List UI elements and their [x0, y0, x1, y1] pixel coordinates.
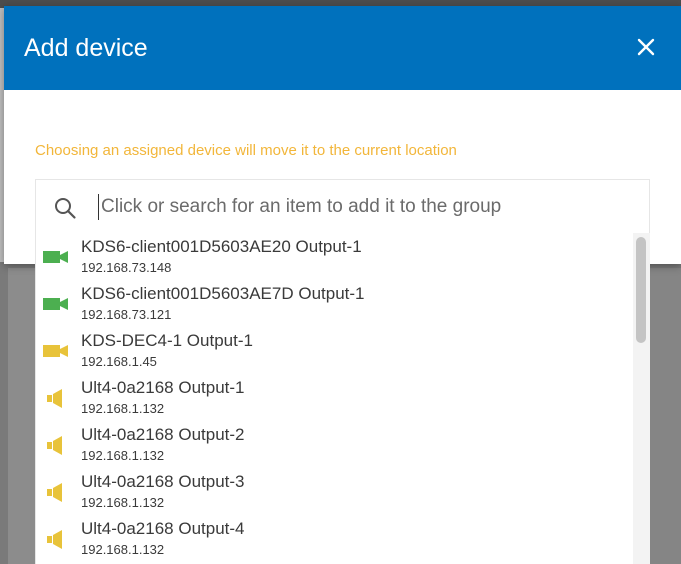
- scrollbar-thumb[interactable]: [636, 237, 646, 343]
- device-dropdown-list[interactable]: KDS6-client001D5603AE20 Output-1 192.168.…: [35, 233, 650, 564]
- device-ip: 192.168.1.132: [81, 542, 165, 557]
- device-ip: 192.168.1.132: [81, 401, 165, 416]
- device-ip: 192.168.1.45: [81, 354, 157, 369]
- speaker-icon: [42, 481, 70, 503]
- device-search: [35, 179, 650, 233]
- close-button[interactable]: [633, 34, 659, 60]
- device-list-item[interactable]: Ult4-0a2168 Output-1 192.168.1.132: [36, 374, 634, 421]
- search-input[interactable]: [98, 194, 631, 220]
- dialog-title: Add device: [24, 34, 148, 62]
- speaker-icon: [42, 434, 70, 456]
- device-name: KDS-DEC4-1 Output-1: [81, 331, 253, 350]
- device-name: Ult4-0a2168 Output-4: [81, 519, 245, 538]
- device-name: Ult4-0a2168 Output-2: [81, 425, 245, 444]
- video-camera-icon: [42, 293, 70, 315]
- device-list-item[interactable]: Ult4-0a2168 Output-4 192.168.1.132: [36, 515, 634, 562]
- device-list-item[interactable]: Ult4-0a2168 Output-2 192.168.1.132: [36, 421, 634, 468]
- device-name: KDS6-client001D5603AE7D Output-1: [81, 284, 365, 303]
- device-ip: 192.168.73.121: [81, 307, 172, 322]
- device-ip: 192.168.73.148: [81, 260, 172, 275]
- scrollbar[interactable]: [633, 233, 650, 564]
- device-list-item[interactable]: KDS-DEC4-1 Output-1 192.168.1.45: [36, 327, 634, 374]
- device-name: Ult4-0a2168 Output-3: [81, 472, 245, 491]
- video-camera-icon: [42, 246, 70, 268]
- search-icon: [55, 198, 76, 219]
- device-list-item[interactable]: Ult4-0a2168 Output-3 192.168.1.132: [36, 468, 634, 515]
- assignment-warning: Choosing an assigned device will move it…: [35, 142, 457, 159]
- device-list-item[interactable]: KDS6-client001D5603AE7D Output-1 192.168.…: [36, 280, 634, 327]
- device-ip: 192.168.1.132: [81, 495, 165, 510]
- device-name: KDS6-client001D5603AE20 Output-1: [81, 237, 362, 256]
- device-ip: 192.168.1.132: [81, 448, 165, 463]
- device-list-item[interactable]: KDS6-client001D5603AE20 Output-1 192.168.…: [36, 233, 634, 280]
- close-icon: [637, 38, 655, 56]
- dialog-header: Add device: [4, 6, 681, 90]
- speaker-icon: [42, 387, 70, 409]
- video-camera-icon: [42, 340, 70, 362]
- speaker-icon: [42, 528, 70, 550]
- device-name: Ult4-0a2168 Output-1: [81, 378, 245, 397]
